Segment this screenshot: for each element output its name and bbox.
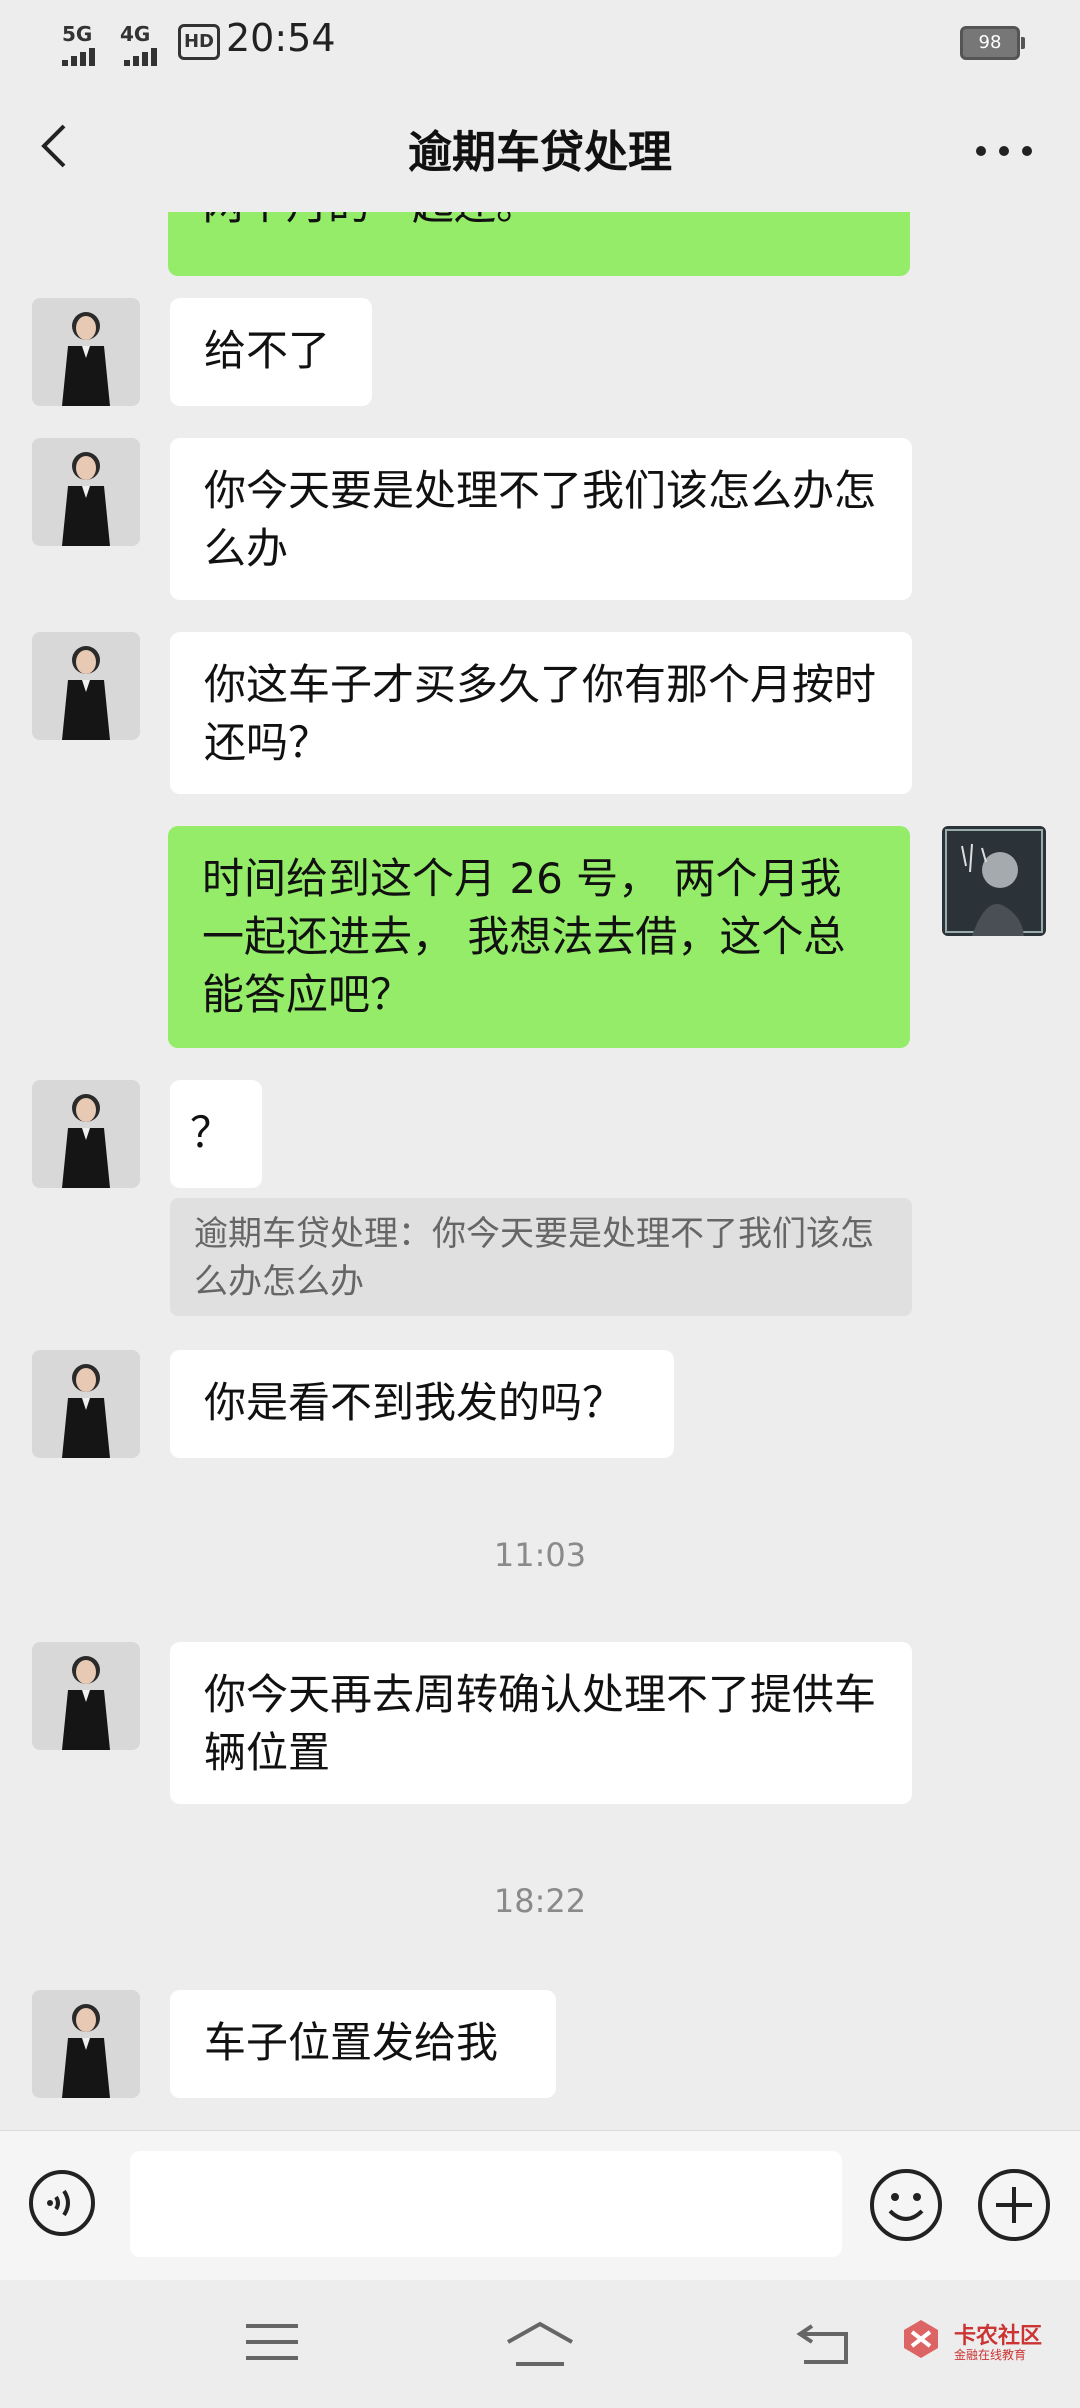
back-icon[interactable] [796, 2320, 852, 2368]
signal-icon [62, 44, 95, 66]
system-nav-bar: 卡农社区 金融在线教育 [0, 2280, 1080, 2408]
home-icon[interactable] [504, 2320, 576, 2368]
timestamp: 18:22 [493, 1882, 587, 1920]
battery-icon: 98 [960, 26, 1025, 60]
message-bubble[interactable]: 你是看不到我发的吗？ [170, 1350, 674, 1458]
avatar[interactable] [32, 1080, 140, 1188]
network-4g-label: 4G [120, 22, 151, 46]
watermark-logo: 卡农社区 金融在线教育 [898, 2316, 1068, 2372]
message-bubble[interactable]: ？ [170, 1080, 262, 1188]
avatar[interactable] [32, 1642, 140, 1750]
signal-icon [124, 44, 157, 66]
message-input[interactable] [130, 2151, 842, 2257]
timestamp: 11:03 [493, 1536, 587, 1574]
message-bubble[interactable]: 你今天要是处理不了我们该怎么办怎么办 [170, 438, 912, 600]
voice-icon[interactable] [28, 2169, 96, 2237]
avatar[interactable] [32, 1990, 140, 2098]
self-avatar[interactable] [942, 826, 1046, 936]
avatar[interactable] [32, 632, 140, 740]
status-bar: 5G 4G HD 20:54 98 [0, 0, 1080, 80]
more-options-icon[interactable] [976, 146, 1032, 158]
chat-message-list[interactable]: 两个月的一起还。 给不了 你今天要是处理不了我们该怎么办怎么办 [0, 212, 1080, 2130]
quoted-message[interactable]: 逾期车贷处理：你今天要是处理不了我们该怎么办怎么办 [170, 1198, 912, 1316]
network-5g-label: 5G [62, 22, 93, 46]
message-bubble[interactable]: 给不了 [170, 298, 372, 406]
menu-icon[interactable] [244, 2320, 300, 2364]
message-bubble[interactable]: 你今天再去周转确认处理不了提供车辆位置 [170, 1642, 912, 1804]
emoji-icon[interactable] [868, 2167, 944, 2243]
message-bubble[interactable]: 车子位置发给我 [170, 1990, 556, 2098]
watermark-icon [904, 2320, 938, 2358]
plus-icon[interactable] [976, 2167, 1052, 2243]
message-bubble[interactable]: 你这车子才买多久了你有那个月按时还吗？ [170, 632, 912, 794]
input-bar [0, 2130, 1080, 2281]
chat-title: 逾期车贷处理 [408, 127, 672, 178]
status-time: 20:54 [226, 16, 336, 60]
avatar[interactable] [32, 1350, 140, 1458]
message-bubble[interactable]: 两个月的一起还。 [168, 212, 910, 276]
message-bubble[interactable]: 时间给到这个月 26 号， 两个月我一起还进去， 我想法去借，这个总能答应吧？ [168, 826, 910, 1048]
chat-header: 逾期车贷处理 [0, 80, 1080, 212]
watermark-tagline: 金融在线教育 [954, 2348, 1027, 2362]
hd-voice-icon: HD [178, 24, 220, 60]
avatar[interactable] [32, 298, 140, 406]
avatar[interactable] [32, 438, 140, 546]
